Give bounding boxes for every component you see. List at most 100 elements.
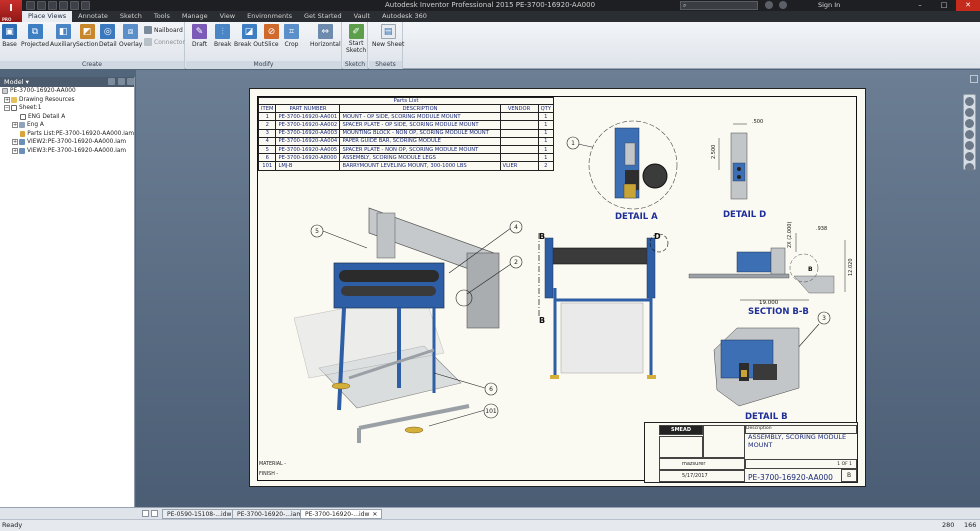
draft-button[interactable]: ✎ Draft xyxy=(192,24,207,48)
tab-manage[interactable]: Manage xyxy=(176,11,214,22)
close-icon[interactable]: ✕ xyxy=(372,511,377,518)
detail-d-view[interactable]: .500 2.500 xyxy=(711,119,763,200)
new-icon[interactable] xyxy=(26,1,35,10)
section-bb-view[interactable]: 19.000 2X (2.000) .938 12.020 B xyxy=(688,222,854,306)
tree-item-eng-a[interactable]: + Eng A xyxy=(0,121,134,130)
doc-tab-idw-1[interactable]: PE-0590-15108-...idw xyxy=(162,509,237,519)
auxiliary-view-button[interactable]: ◧ Auxiliary xyxy=(50,24,76,48)
expand-icon[interactable]: + xyxy=(12,147,18,154)
balloon-1[interactable]: 1 xyxy=(571,140,575,147)
pan-icon[interactable] xyxy=(965,108,974,117)
front-view[interactable]: B B D xyxy=(538,232,669,379)
balloon-6[interactable]: 6 xyxy=(489,386,493,393)
search-icon[interactable] xyxy=(118,78,125,85)
menu-icon[interactable] xyxy=(127,78,134,85)
minimize-button[interactable]: – xyxy=(908,0,932,11)
tree-item-eng-detail[interactable]: ENG Detail A xyxy=(0,113,134,122)
tab-tools[interactable]: Tools xyxy=(148,11,176,22)
tree-item-view2[interactable]: + VIEW2:PE-3700-16920-AA000.iam xyxy=(0,138,134,147)
draft-icon: ✎ xyxy=(192,24,208,39)
section-view-button[interactable]: ◩ Section xyxy=(76,24,98,48)
start-sketch-button[interactable]: ✐ Start Sketch xyxy=(346,24,366,54)
section-bb-label: SECTION B-B xyxy=(748,307,809,317)
expand-icon[interactable]: + xyxy=(12,139,18,146)
redo-icon[interactable] xyxy=(70,1,79,10)
app-menu-button[interactable]: I PRO xyxy=(0,0,22,22)
tab-autodesk-360[interactable]: Autodesk 360 xyxy=(376,11,433,22)
zoom-icon[interactable] xyxy=(965,119,974,128)
tree-item-sheet[interactable]: − Sheet:1 xyxy=(0,104,134,113)
undo-icon[interactable] xyxy=(59,1,68,10)
base-view-label: Base xyxy=(2,41,17,48)
restore-icon[interactable] xyxy=(970,75,978,83)
tab-annotate[interactable]: Annotate xyxy=(72,11,114,22)
steering-wheel-icon[interactable] xyxy=(965,97,974,106)
doc-tab-iam[interactable]: PE-3700-16920-...iam xyxy=(232,509,308,519)
overlay-view-button[interactable]: ⧈ Overlay xyxy=(119,24,142,48)
tree-item-drawing[interactable]: PE-3700-16920-AA000 xyxy=(0,87,134,96)
expand-icon[interactable]: + xyxy=(12,122,18,129)
tab-view[interactable]: View xyxy=(214,11,241,22)
tab-place-views[interactable]: Place Views xyxy=(22,11,73,22)
start-sketch-label-1: Start xyxy=(348,40,364,47)
base-view-button[interactable]: ▣ Base xyxy=(2,24,17,48)
projected-view-button[interactable]: ⧉ Projected xyxy=(21,24,49,48)
look-at-icon[interactable] xyxy=(965,152,974,161)
slice-button[interactable]: ⊘ Slice xyxy=(264,24,279,48)
connector-button[interactable]: Connector xyxy=(144,38,185,46)
binoculars-icon[interactable] xyxy=(765,1,773,9)
zoom-window-icon[interactable] xyxy=(965,130,974,139)
user-icon[interactable] xyxy=(779,1,787,9)
isometric-view[interactable] xyxy=(293,207,500,443)
add-icon[interactable] xyxy=(108,78,115,85)
doc-tab-idw-2[interactable]: PE-3700-16920-...idw ✕ xyxy=(300,509,383,519)
sketch-group: ✐ Start Sketch Sketch xyxy=(343,22,368,69)
detail-a-view[interactable] xyxy=(588,120,678,210)
new-sheet-button[interactable]: ▤ New Sheet xyxy=(372,24,404,48)
tab-environments[interactable]: Environments xyxy=(241,11,298,22)
tree-item-parts-list[interactable]: Parts List:PE-3700-16920-AA000.iam xyxy=(0,130,134,139)
chevron-down-icon[interactable]: ▾ xyxy=(24,78,29,86)
maximize-button[interactable]: □ xyxy=(932,0,956,11)
crop-button[interactable]: ⌗ Crop xyxy=(284,24,299,48)
save-icon[interactable] xyxy=(48,1,57,10)
break-out-icon: ◪ xyxy=(241,24,257,39)
balloon-101[interactable]: 101 xyxy=(485,408,497,415)
balloon-2[interactable]: 2 xyxy=(514,259,518,266)
expand-icon[interactable]: + xyxy=(4,96,10,103)
tab-get-started[interactable]: Get Started xyxy=(298,11,348,22)
browser-title[interactable]: Model xyxy=(4,78,24,86)
open-icon[interactable] xyxy=(37,1,46,10)
sign-in-link[interactable]: Sign In xyxy=(818,1,840,9)
tree-item-drawing-resources[interactable]: + Drawing Resources xyxy=(0,96,134,105)
title-block-part-number: PE-3700-16920-AA000 xyxy=(748,473,833,482)
balloon-5[interactable]: 5 xyxy=(315,228,319,235)
collapse-icon[interactable]: − xyxy=(4,105,10,112)
date-value: 5/17/2017 xyxy=(682,473,708,479)
sheet-value: 1 OF 1 xyxy=(837,462,852,467)
zoom-all-icon[interactable] xyxy=(965,163,974,172)
inventor-logo: I xyxy=(9,3,13,14)
break-out-button[interactable]: ◪ Break Out xyxy=(234,24,264,48)
tab-list-icon[interactable] xyxy=(151,510,158,517)
detail-b-view[interactable] xyxy=(713,327,800,407)
new-sheet-label: New Sheet xyxy=(372,41,405,48)
tree-item-view3[interactable]: + VIEW3:PE-3700-16920-AA000.iam xyxy=(0,147,134,156)
tab-sketch[interactable]: Sketch xyxy=(114,11,148,22)
horizontal-button[interactable]: ⇔ Horizontal xyxy=(310,24,341,48)
home-icon[interactable] xyxy=(81,1,90,10)
projected-view-icon: ⧉ xyxy=(27,24,43,39)
tab-vault[interactable]: Vault xyxy=(348,11,376,22)
notes-cell xyxy=(659,436,703,458)
orbit-icon[interactable] xyxy=(965,141,974,150)
close-button[interactable]: ✕ xyxy=(956,0,980,11)
break-button[interactable]: ⫶ Break xyxy=(214,24,231,48)
detail-view-button[interactable]: ◎ Detail xyxy=(99,24,117,48)
balloon-4[interactable]: 4 xyxy=(514,224,518,231)
slice-icon: ⊘ xyxy=(264,24,279,39)
tree-item-label: VIEW3:PE-3700-16920-AA000.iam xyxy=(27,147,127,154)
tab-scroll-left-icon[interactable] xyxy=(142,510,149,517)
balloon-3[interactable]: 3 xyxy=(822,315,826,322)
nailboard-button[interactable]: Nailboard xyxy=(144,26,183,34)
help-search-input[interactable]: ⌕ xyxy=(680,1,758,10)
